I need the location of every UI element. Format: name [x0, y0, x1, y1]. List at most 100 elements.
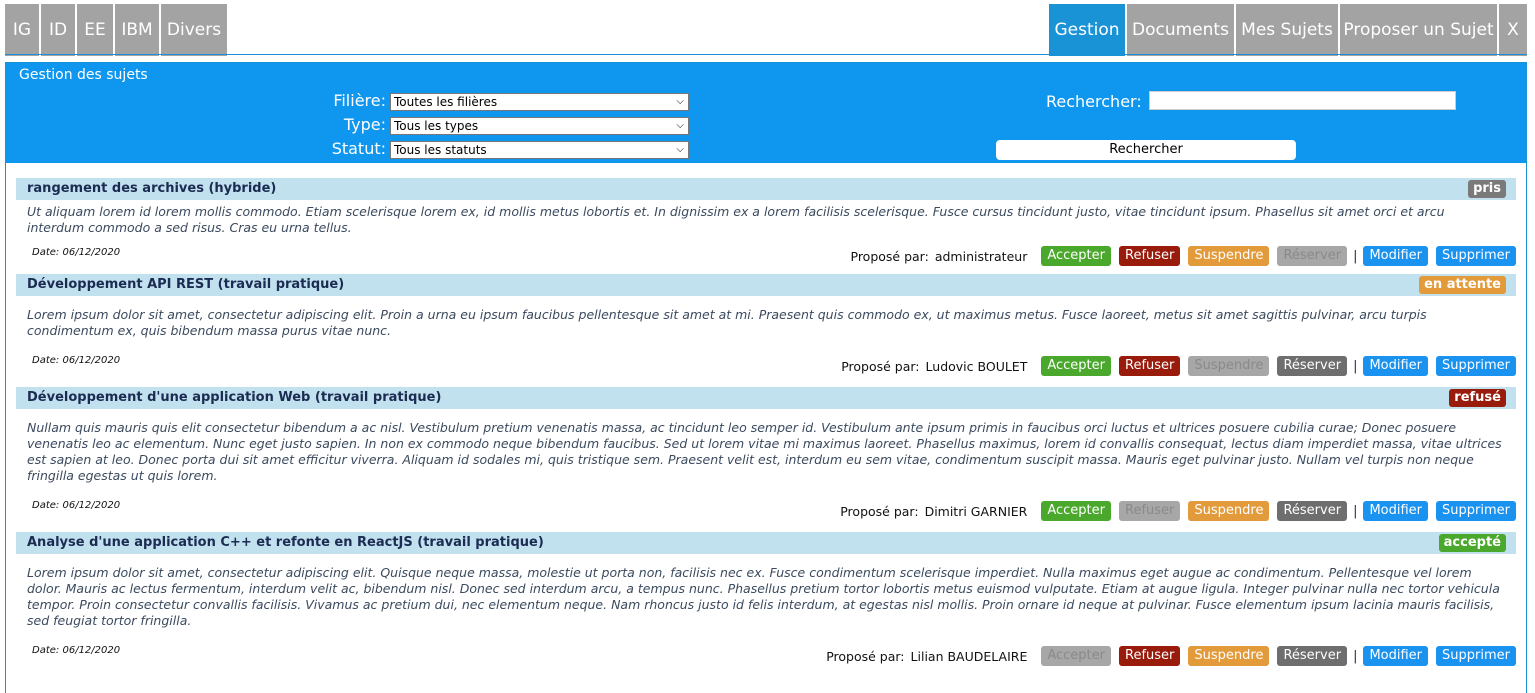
type-label: Type: [343, 115, 386, 134]
subject-description: Nullam quis mauris quis elit consectetur… [27, 420, 1502, 483]
filters-bar: Filière: Toutes les filières ⌵ Type: Tou… [6, 87, 1526, 163]
suspend-button[interactable]: Suspendre [1188, 501, 1270, 521]
subject-description: Ut aliquam lorem id lorem mollis commodo… [27, 204, 1445, 235]
close-tab[interactable]: X [1499, 4, 1527, 56]
tab-id[interactable]: ID [41, 4, 77, 56]
date-prefix: Date: [32, 247, 60, 258]
statut-select-value: Tous les statuts [394, 143, 487, 157]
subject-title: rangement des archives (hybride) [27, 181, 277, 196]
date-value: 06/12/2020 [62, 645, 121, 656]
action-tabs: Gestion Documents Mes Sujets Proposer un… [1049, 4, 1527, 56]
subject-footer: Date: 06/12/2020 Proposé par: Lilian BAU… [16, 629, 1516, 677]
subject-title: Analyse d'une application C++ et refonte… [27, 535, 544, 550]
separator: | [1353, 648, 1358, 664]
search-input[interactable] [1149, 91, 1456, 110]
subject-footer: Date: 06/12/2020 Proposé par: Ludovic BO… [16, 339, 1516, 387]
subject-item: Analyse d'une application C++ et refonte… [16, 532, 1516, 677]
subject-footer: Date: 06/12/2020 Proposé par: Dimitri GA… [16, 484, 1516, 532]
date-prefix: Date: [32, 645, 60, 656]
accept-button[interactable]: Accepter [1041, 501, 1111, 521]
delete-button[interactable]: Supprimer [1436, 501, 1516, 521]
top-navigation: IG ID EE IBM Divers Gestion Documents Me… [0, 0, 1535, 58]
separator: | [1353, 248, 1358, 264]
subjects-management-panel: Gestion des sujets Filière: Toutes les f… [5, 62, 1527, 693]
status-badge: refusé [1449, 389, 1506, 407]
search-label: Rechercher: [1046, 92, 1142, 111]
modify-button[interactable]: Modifier [1363, 646, 1429, 666]
date-prefix: Date: [32, 500, 60, 511]
subject-item: rangement des archives (hybride) pris Ut… [16, 178, 1516, 274]
modify-button[interactable]: Modifier [1363, 501, 1429, 521]
subject-date: Date: 06/12/2020 [32, 645, 120, 656]
subject-actions: Proposé par: Ludovic BOULET Accepter Ref… [841, 356, 1516, 376]
chevron-down-icon: ⌵ [676, 96, 684, 107]
modify-button[interactable]: Modifier [1363, 356, 1429, 376]
tab-gestion[interactable]: Gestion [1049, 4, 1127, 56]
subject-title-bar: Développement d'une application Web (tra… [16, 387, 1516, 409]
tab-ee[interactable]: EE [77, 4, 115, 56]
category-tabs: IG ID EE IBM Divers [5, 4, 229, 56]
proposer-label: Proposé par: [841, 358, 920, 374]
status-badge: accepté [1438, 534, 1506, 552]
panel-title: Gestion des sujets [6, 63, 1526, 87]
proposer-name: Dimitri GARNIER [924, 503, 1028, 519]
subject-date: Date: 06/12/2020 [32, 500, 120, 511]
type-select[interactable]: Tous les types ⌵ [390, 117, 689, 135]
refuse-button[interactable]: Refuser [1119, 646, 1181, 666]
tab-mes-sujets[interactable]: Mes Sujets [1236, 4, 1340, 56]
date-value: 06/12/2020 [62, 500, 121, 511]
subject-footer: Date: 06/12/2020 Proposé par: administra… [16, 236, 1516, 274]
accept-button: Accepter [1041, 646, 1111, 666]
tab-documents[interactable]: Documents [1127, 4, 1236, 56]
type-select-value: Tous les types [394, 119, 479, 133]
suspend-button[interactable]: Suspendre [1188, 246, 1270, 266]
refuse-button: Refuser [1119, 501, 1181, 521]
separator: | [1353, 503, 1358, 519]
modify-button[interactable]: Modifier [1363, 246, 1429, 266]
tab-ig[interactable]: IG [5, 4, 41, 56]
date-value: 06/12/2020 [62, 247, 121, 258]
reserve-button: Réserver [1277, 246, 1348, 266]
tab-proposer-un-sujet[interactable]: Proposer un Sujet [1340, 4, 1499, 56]
tab-ibm[interactable]: IBM [115, 4, 161, 56]
separator: | [1353, 358, 1358, 374]
subject-actions: Proposé par: Lilian BAUDELAIRE Accepter … [826, 646, 1516, 666]
status-badge: en attente [1419, 276, 1506, 294]
accept-button[interactable]: Accepter [1041, 246, 1111, 266]
refuse-button[interactable]: Refuser [1119, 356, 1181, 376]
reserve-button[interactable]: Réserver [1277, 501, 1348, 521]
proposer-name: Lilian BAUDELAIRE [910, 648, 1028, 664]
subject-date: Date: 06/12/2020 [32, 355, 120, 366]
delete-button[interactable]: Supprimer [1436, 356, 1516, 376]
statut-select[interactable]: Tous les statuts ⌵ [390, 141, 689, 159]
accept-button[interactable]: Accepter [1041, 356, 1111, 376]
reserve-button[interactable]: Réserver [1277, 646, 1348, 666]
delete-button[interactable]: Supprimer [1436, 646, 1516, 666]
reserve-button[interactable]: Réserver [1277, 356, 1348, 376]
proposer-name: Ludovic BOULET [925, 358, 1028, 374]
filiere-select[interactable]: Toutes les filières ⌵ [390, 93, 689, 111]
delete-button[interactable]: Supprimer [1436, 246, 1516, 266]
subject-title: Développement API REST (travail pratique… [27, 277, 345, 292]
proposer-label: Proposé par: [850, 248, 929, 264]
subject-actions: Proposé par: Dimitri GARNIER Accepter Re… [840, 501, 1516, 521]
suspend-button: Suspendre [1188, 356, 1270, 376]
subject-description: Lorem ipsum dolor sit amet, consectetur … [27, 565, 1500, 628]
subject-title-bar: Développement API REST (travail pratique… [16, 274, 1516, 296]
tab-divers[interactable]: Divers [161, 4, 229, 56]
refuse-button[interactable]: Refuser [1119, 246, 1181, 266]
subject-description: Lorem ipsum dolor sit amet, consectetur … [27, 307, 1427, 338]
statut-label: Statut: [331, 139, 386, 158]
proposer-name: administrateur [934, 248, 1028, 264]
subject-item: Développement API REST (travail pratique… [16, 274, 1516, 387]
date-prefix: Date: [32, 355, 60, 366]
suspend-button[interactable]: Suspendre [1188, 646, 1270, 666]
chevron-down-icon: ⌵ [676, 120, 684, 131]
subject-title-bar: rangement des archives (hybride) pris [16, 178, 1516, 200]
chevron-down-icon: ⌵ [676, 144, 684, 155]
status-badge: pris [1468, 180, 1506, 198]
subject-item: Développement d'une application Web (tra… [16, 387, 1516, 532]
proposer-label: Proposé par: [826, 648, 905, 664]
subject-title: Développement d'une application Web (tra… [27, 390, 442, 405]
search-button[interactable]: Rechercher [996, 140, 1296, 160]
